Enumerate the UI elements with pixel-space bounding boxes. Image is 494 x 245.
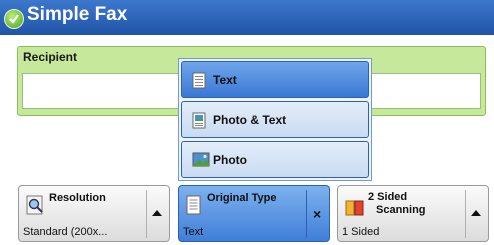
recipient-label: Recipient <box>23 50 78 64</box>
page-title: Simple Fax <box>27 4 128 25</box>
original-type-divider <box>306 190 307 238</box>
option-text[interactable]: Text <box>181 61 369 98</box>
option-photo-and-text-label: Photo & Text <box>213 113 287 127</box>
text-document-icon <box>192 72 206 94</box>
two-sided-label-line1: 2 Sided <box>368 191 408 203</box>
two-sided-value: 1 Sided <box>342 226 380 238</box>
photo-text-icon <box>192 112 206 134</box>
original-type-button[interactable]: Original Type Text × <box>178 185 330 242</box>
original-type-label: Original Type <box>207 192 277 204</box>
resolution-icon <box>26 195 46 220</box>
resolution-divider <box>146 190 147 238</box>
original-type-value: Text <box>183 226 204 238</box>
two-sided-label-line2: Scanning <box>376 204 426 216</box>
option-text-label: Text <box>213 73 237 87</box>
chevron-up-icon[interactable] <box>152 210 162 216</box>
resolution-button[interactable]: Resolution Standard (200x... <box>18 185 170 242</box>
text-document-icon <box>186 195 202 220</box>
checkmark-icon <box>4 9 24 29</box>
two-sided-divider <box>465 190 466 238</box>
original-type-dropdown: Text Photo & Text Photo <box>178 58 372 181</box>
resolution-label: Resolution <box>49 192 106 204</box>
option-photo[interactable]: Photo <box>181 141 369 178</box>
close-icon[interactable]: × <box>313 206 321 222</box>
two-sided-scanning-button[interactable]: 2 Sided Scanning 1 Sided <box>337 185 489 242</box>
resolution-value: Standard (200x... <box>23 226 108 238</box>
photo-icon <box>192 152 210 172</box>
option-photo-and-text[interactable]: Photo & Text <box>181 101 369 138</box>
two-sided-icon <box>345 200 365 221</box>
title-bar: Simple Fax <box>0 0 494 35</box>
option-photo-label: Photo <box>213 153 247 167</box>
chevron-up-icon[interactable] <box>471 210 481 216</box>
